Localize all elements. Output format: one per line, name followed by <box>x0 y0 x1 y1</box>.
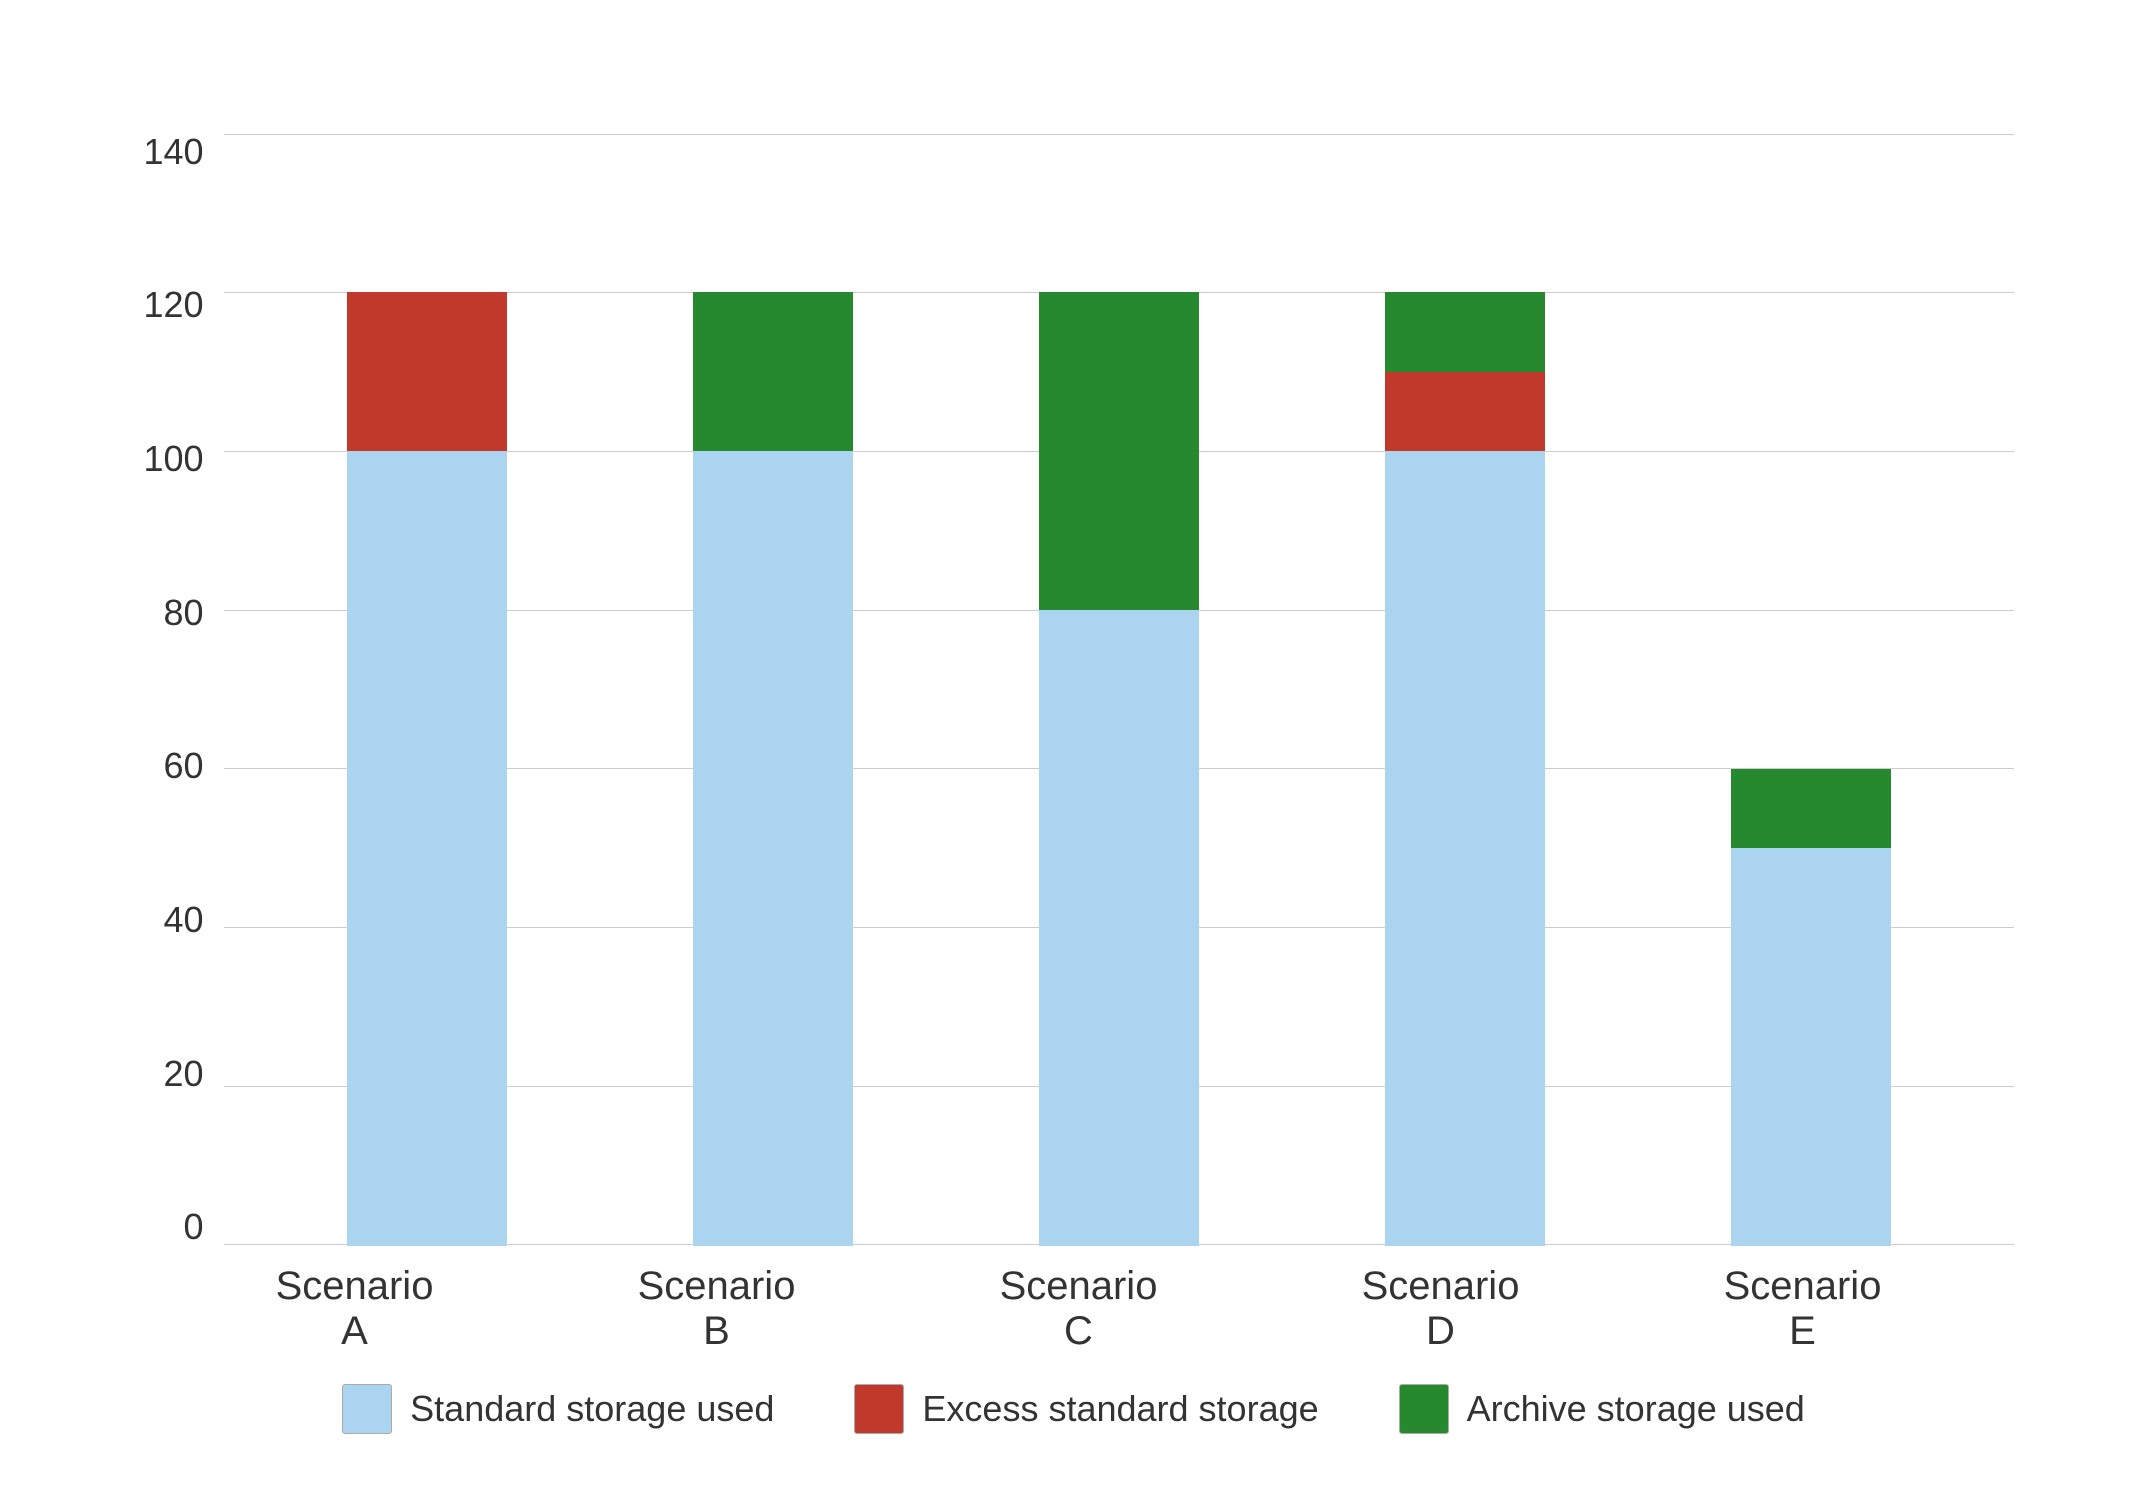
bar-segment-standard <box>1731 848 1891 1245</box>
bar-stack <box>693 292 853 1245</box>
bar-segment-archive <box>693 292 853 451</box>
bar-stack <box>1385 292 1545 1245</box>
bars-row <box>224 134 2014 1246</box>
grid-and-bars <box>224 134 2014 1246</box>
legend-swatch <box>1399 1384 1449 1434</box>
bar-segment-standard <box>1385 451 1545 1245</box>
bar-group <box>347 134 507 1246</box>
y-label: 80 <box>144 595 204 631</box>
legend-item: Standard storage used <box>342 1384 774 1434</box>
bar-segment-excess <box>347 292 507 451</box>
legend-item: Excess standard storage <box>854 1384 1318 1434</box>
bar-stack <box>1039 292 1199 1245</box>
x-label: Scenario C <box>999 1264 1159 1354</box>
legend-swatch <box>342 1384 392 1434</box>
chart-inner: 140120100806040200 Scenario AScenario BS… <box>144 134 2014 1354</box>
y-label: 120 <box>144 287 204 323</box>
y-label: 40 <box>144 902 204 938</box>
bar-group <box>1039 134 1199 1246</box>
bar-stack <box>1731 769 1891 1246</box>
bar-segment-standard <box>1039 610 1199 1245</box>
legend-label: Standard storage used <box>410 1388 774 1430</box>
bar-segment-standard <box>693 451 853 1245</box>
y-labels: 140 120 100 80 60 40 20 0 <box>144 134 204 1246</box>
x-labels: Scenario A Scenario B Scenario C Scenario D… <box>144 1246 2014 1354</box>
bar-segment-archive <box>1385 292 1545 371</box>
y-label: 100 <box>144 441 204 477</box>
legend: Standard storage used Excess standard sto… <box>342 1384 1805 1434</box>
bar-segment-excess <box>1385 372 1545 451</box>
plot-area: 140 120 100 80 60 40 20 0 <box>144 134 2014 1246</box>
legend-swatch <box>854 1384 904 1434</box>
y-label: 140 <box>144 134 204 170</box>
bar-group <box>1385 134 1545 1246</box>
x-label: Scenario B <box>637 1264 797 1354</box>
x-label: Scenario A <box>275 1264 435 1354</box>
bar-group <box>693 134 853 1246</box>
bar-group <box>1731 134 1891 1246</box>
y-label: 0 <box>144 1209 204 1245</box>
y-label: 20 <box>144 1056 204 1092</box>
chart-container: 140120100806040200 Scenario AScenario BS… <box>74 54 2074 1454</box>
y-label: 60 <box>144 748 204 784</box>
bar-segment-archive <box>1039 292 1199 610</box>
legend-item: Archive storage used <box>1399 1384 1805 1434</box>
chart-area: 140120100806040200 Scenario AScenario BS… <box>134 134 2014 1354</box>
x-label: Scenario D <box>1361 1264 1521 1354</box>
x-label: Scenario E <box>1723 1264 1883 1354</box>
bar-segment-archive <box>1731 769 1891 848</box>
legend-label: Archive storage used <box>1467 1388 1805 1430</box>
bar-segment-standard <box>347 451 507 1245</box>
legend-label: Excess standard storage <box>922 1388 1318 1430</box>
bar-stack <box>347 292 507 1245</box>
